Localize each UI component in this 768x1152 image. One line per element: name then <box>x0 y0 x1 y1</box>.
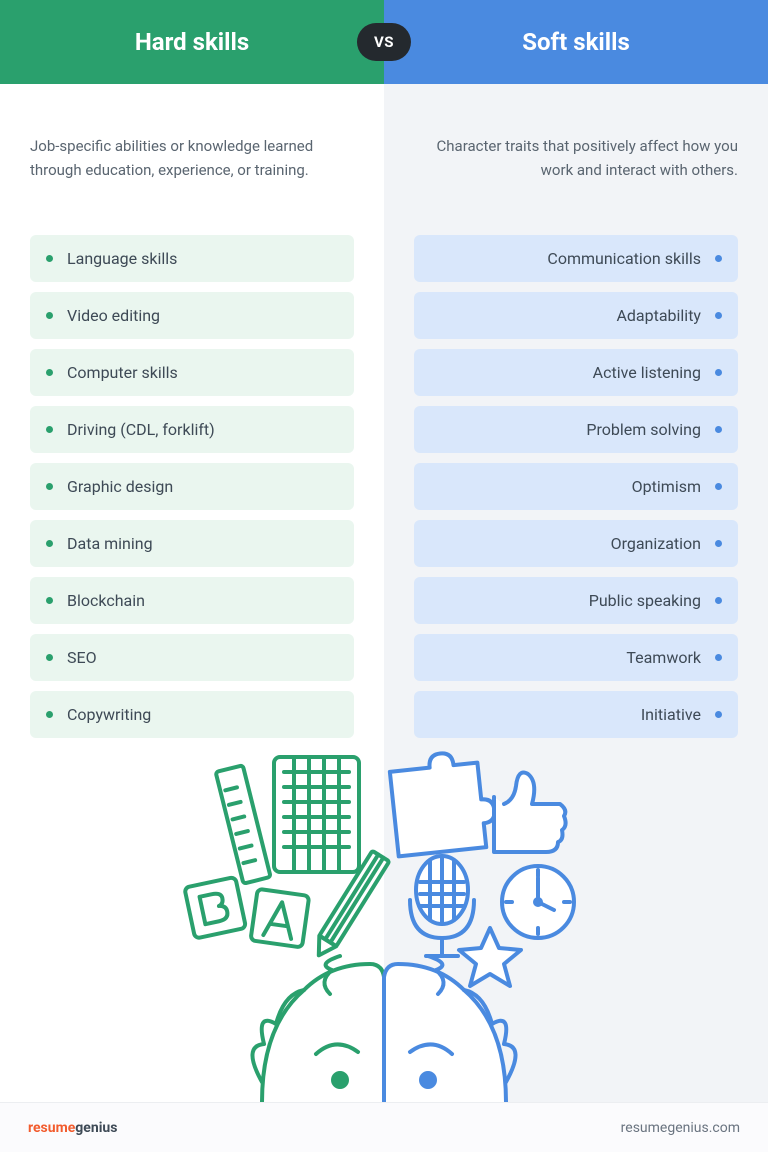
bullet-icon <box>46 711 53 718</box>
footer-site: resumegenius.com <box>621 1120 740 1136</box>
list-item: Video editing <box>30 292 354 339</box>
bullet-icon <box>46 540 53 547</box>
brand-logo: resumegenius <box>28 1120 117 1136</box>
skill-label: Organization <box>611 534 701 553</box>
list-item: Computer skills <box>30 349 354 396</box>
list-item: Graphic design <box>30 463 354 510</box>
skill-label: Computer skills <box>67 363 178 382</box>
hard-skills-description: Job-specific abilities or knowledge lear… <box>30 134 354 229</box>
bullet-icon <box>715 312 722 319</box>
soft-skills-description: Character traits that positively affect … <box>414 134 738 229</box>
footer: resumegenius resumegenius.com <box>0 1102 768 1152</box>
vs-label: VS <box>374 33 394 51</box>
skill-label: Active listening <box>593 363 701 382</box>
soft-skills-column: Character traits that positively affect … <box>384 84 768 1102</box>
bullet-icon <box>715 711 722 718</box>
bullet-icon <box>715 369 722 376</box>
skill-label: Public speaking <box>589 591 701 610</box>
list-item: Organization <box>414 520 738 567</box>
hard-skills-title: Hard skills <box>135 28 249 56</box>
bullet-icon <box>46 426 53 433</box>
comparison-body: Job-specific abilities or knowledge lear… <box>0 84 768 1102</box>
bullet-icon <box>46 597 53 604</box>
skill-label: Data mining <box>67 534 153 553</box>
skill-label: SEO <box>67 648 97 667</box>
bullet-icon <box>46 255 53 262</box>
skill-label: Graphic design <box>67 477 173 496</box>
bullet-icon <box>46 312 53 319</box>
bullet-icon <box>715 540 722 547</box>
bullet-icon <box>46 654 53 661</box>
list-item: Blockchain <box>30 577 354 624</box>
soft-skills-header: Soft skills <box>384 0 768 84</box>
skill-label: Initiative <box>641 705 701 724</box>
list-item: Optimism <box>414 463 738 510</box>
list-item: Problem solving <box>414 406 738 453</box>
list-item: Driving (CDL, forklift) <box>30 406 354 453</box>
skill-label: Teamwork <box>626 648 701 667</box>
skill-label: Problem solving <box>586 420 701 439</box>
skill-label: Copywriting <box>67 705 151 724</box>
bullet-icon <box>46 369 53 376</box>
brand-part-2: genius <box>75 1120 117 1136</box>
skill-label: Communication skills <box>547 249 701 268</box>
list-item: Data mining <box>30 520 354 567</box>
list-item: Copywriting <box>30 691 354 738</box>
list-item: Initiative <box>414 691 738 738</box>
skill-label: Blockchain <box>67 591 145 610</box>
bullet-icon <box>715 654 722 661</box>
skill-label: Driving (CDL, forklift) <box>67 420 215 439</box>
hard-skills-list: Language skills Video editing Computer ski… <box>30 235 354 738</box>
hard-skills-column: Job-specific abilities or knowledge lear… <box>0 84 384 1102</box>
soft-skills-title: Soft skills <box>522 28 630 56</box>
bullet-icon <box>715 597 722 604</box>
skill-label: Optimism <box>632 477 701 496</box>
skill-label: Video editing <box>67 306 160 325</box>
skill-label: Adaptability <box>616 306 701 325</box>
list-item: Teamwork <box>414 634 738 681</box>
soft-skills-list: Communication skills Adaptability Active l… <box>414 235 738 738</box>
skill-label: Language skills <box>67 249 177 268</box>
list-item: SEO <box>30 634 354 681</box>
bullet-icon <box>715 255 722 262</box>
hard-skills-header: Hard skills <box>0 0 384 84</box>
bullet-icon <box>715 483 722 490</box>
comparison-header: Hard skills Soft skills VS <box>0 0 768 84</box>
list-item: Active listening <box>414 349 738 396</box>
vs-badge: VS <box>357 23 411 61</box>
brand-part-1: resume <box>28 1120 75 1136</box>
list-item: Language skills <box>30 235 354 282</box>
bullet-icon <box>46 483 53 490</box>
list-item: Adaptability <box>414 292 738 339</box>
list-item: Communication skills <box>414 235 738 282</box>
list-item: Public speaking <box>414 577 738 624</box>
bullet-icon <box>715 426 722 433</box>
